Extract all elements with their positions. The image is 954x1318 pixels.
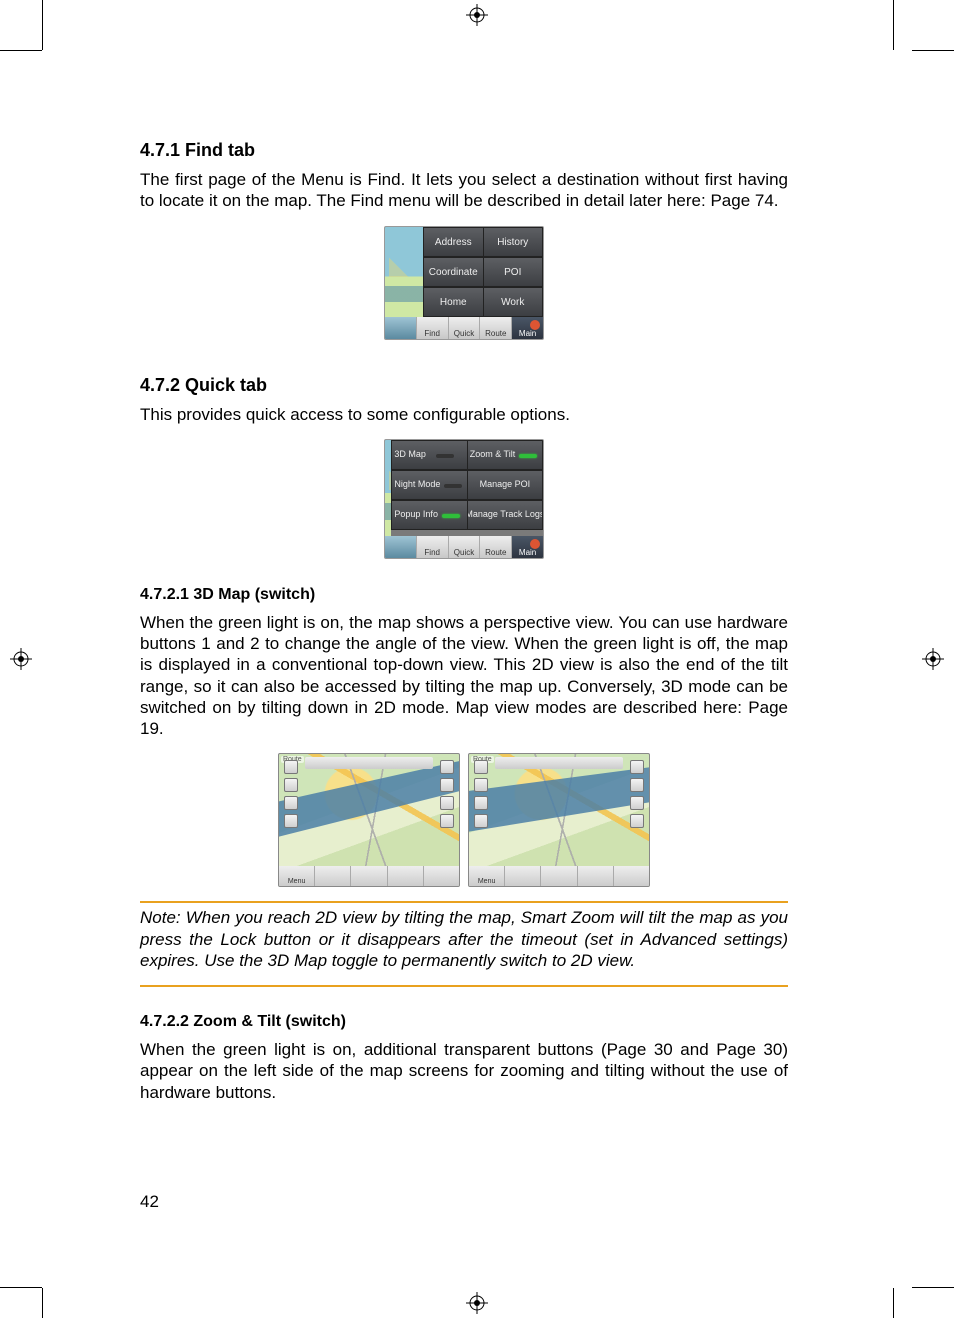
heading-find-tab: 4.7.1 Find tab — [140, 140, 788, 161]
note-text: Note: When you reach 2D view by tilting … — [140, 907, 788, 971]
tab-route: Route — [480, 317, 512, 339]
quick-btn-manage-poi: Manage POI — [468, 470, 543, 500]
quick-btn-night-mode: Night Mode — [391, 470, 467, 500]
find-btn-address: Address — [423, 227, 484, 257]
tab-main: Main — [512, 317, 543, 339]
map-bottom-menu: Menu — [469, 866, 505, 886]
registration-mark-icon — [466, 1292, 488, 1314]
screenshot-quick-menu: 3D Map Zoom & Tilt Night Mode Manage POI… — [384, 439, 544, 559]
tab-main: Main — [512, 536, 543, 558]
tab-quick: Quick — [449, 536, 481, 558]
screenshot-map-3d: Route Menu — [278, 753, 460, 887]
quick-btn-manage-tracklogs: Manage Track Logs — [468, 500, 543, 530]
tab-quick: Quick — [449, 317, 481, 339]
registration-mark-icon — [10, 648, 32, 670]
quick-btn-3d-map: 3D Map — [391, 440, 467, 470]
find-btn-work: Work — [484, 287, 544, 317]
divider — [140, 985, 788, 987]
page-number: 42 — [140, 1192, 159, 1212]
para-find-tab: The first page of the Menu is Find. It l… — [140, 169, 788, 212]
registration-mark-icon — [466, 4, 488, 26]
divider — [140, 901, 788, 903]
para-quick-tab: This provides quick access to some confi… — [140, 404, 788, 425]
map-bottom-menu: Menu — [279, 866, 315, 886]
heading-zoom-tilt-switch: 4.7.2.2 Zoom & Tilt (switch) — [140, 1013, 788, 1031]
screenshot-map-2d: Route Menu — [468, 753, 650, 887]
quick-btn-zoom-tilt: Zoom & Tilt — [468, 440, 543, 470]
para-zoom-tilt-switch: When the green light is on, additional t… — [140, 1039, 788, 1103]
screenshot-find-menu: Address History Coordinate POI Home Work — [384, 226, 544, 340]
find-btn-poi: POI — [484, 257, 544, 287]
find-btn-coordinate: Coordinate — [423, 257, 484, 287]
tab-find: Find — [417, 317, 449, 339]
find-btn-history: History — [484, 227, 544, 257]
heading-3d-map-switch: 4.7.2.1 3D Map (switch) — [140, 586, 788, 604]
heading-quick-tab: 4.7.2 Quick tab — [140, 375, 788, 396]
tab-find: Find — [417, 536, 449, 558]
para-3d-map-switch: When the green light is on, the map show… — [140, 612, 788, 740]
find-btn-home: Home — [423, 287, 484, 317]
registration-mark-icon — [922, 648, 944, 670]
tab-route: Route — [480, 536, 512, 558]
quick-btn-popup-info: Popup Info — [391, 500, 467, 530]
